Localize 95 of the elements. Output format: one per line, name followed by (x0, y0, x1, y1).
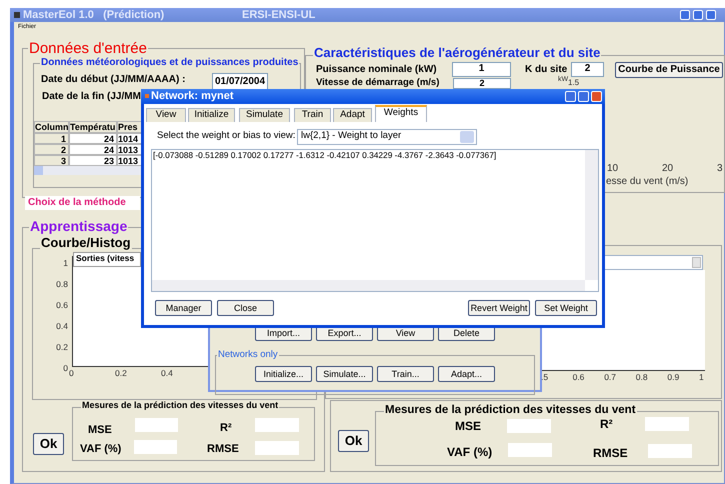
metric-label: R² (600, 418, 613, 432)
window-subtitle: ERSI-ENSI-UL (242, 9, 316, 22)
network-button[interactable]: Initialize... (255, 366, 312, 382)
column-header: Températu (69, 121, 117, 133)
tick-label: 0.4 (161, 369, 173, 379)
dialog-button[interactable]: Manager (155, 300, 212, 316)
power-field[interactable]: 1 (452, 62, 511, 77)
network-button[interactable]: Simulate... (316, 366, 373, 382)
ok-button[interactable]: Ok (33, 433, 64, 455)
tab[interactable]: Train (294, 108, 331, 122)
minimize-button[interactable] (680, 10, 690, 20)
section-title: Courbe/Histog (40, 236, 132, 251)
dialog-title: Network: mynet (151, 90, 234, 103)
tick-label: 0.2 (115, 369, 127, 379)
tick-label: 0.8 (55, 280, 68, 290)
weight-select-dropdown[interactable]: lw{2,1} - Weight to layer (297, 129, 477, 145)
tick-label: 0.7 (604, 373, 616, 383)
table-cell: 2 (34, 144, 69, 155)
tick-label: 3 (717, 163, 723, 174)
tab[interactable]: Weights (375, 105, 427, 122)
metric-label: VAF (%) (447, 446, 492, 460)
tick-label: 0 (62, 364, 68, 374)
maximize-button[interactable] (578, 91, 589, 102)
axis-label: esse du vent (m/s) (606, 176, 688, 188)
metric-field[interactable] (645, 417, 689, 431)
tick-label: 0.6 (572, 373, 584, 383)
close-button[interactable] (706, 10, 716, 20)
field-label: Select the weight or bias to view: (157, 131, 296, 142)
field-label: Puissance nominale (kW) (316, 64, 437, 76)
section-title: Caractéristiques de l'aérogénérateur et du site (313, 46, 602, 61)
network-button[interactable]: Train... (377, 366, 434, 382)
metric-field[interactable] (507, 419, 551, 433)
dialog-button[interactable]: Set Weight (535, 300, 597, 316)
dialog-button[interactable]: Revert Weight (468, 300, 530, 316)
column-header: Column (34, 121, 69, 133)
metric-label: MSE (455, 420, 482, 434)
section-title: Apprentissage (29, 218, 128, 234)
site-k-field[interactable]: 2 (571, 62, 604, 77)
metric-field[interactable] (135, 418, 178, 432)
group-title: Données météorologiques et de puissances produites (40, 57, 300, 68)
startup-speed-field[interactable]: 2 (453, 78, 511, 89)
metric-field[interactable] (648, 444, 692, 458)
metric-field[interactable] (508, 443, 552, 457)
tab[interactable]: Initialize (188, 108, 235, 122)
tick-label: 10 (607, 163, 618, 174)
metric-label: R² (220, 422, 232, 435)
table-cell: 23 (69, 155, 117, 166)
tick-label: 0.8 (636, 373, 648, 383)
tick-label: 1 (62, 259, 68, 269)
metric-field[interactable] (134, 440, 177, 454)
table-cell: 24 (69, 133, 117, 144)
power-curve-button[interactable]: Courbe de Puissance (615, 62, 723, 78)
network-button[interactable]: Adapt... (438, 366, 495, 382)
vertical-scrollbar[interactable] (585, 150, 598, 280)
app-icon (14, 12, 20, 18)
tab[interactable]: View (146, 108, 186, 122)
weights-text: [-0.073088 -0.51289 0.17002 0.17277 -1.6312 -0.42107 0.34229 -4.3767 -2.3643 -0.077367] (153, 151, 496, 161)
group-title: Mesures de la prédiction des vitesses du vent (81, 400, 280, 410)
group-title: Networks only (217, 350, 279, 361)
chart-legend: Sorties (vitess (73, 252, 141, 267)
group-title: Mesures de la prédiction des vitesses du vent (384, 404, 637, 418)
table-cell: 1 (34, 133, 69, 144)
horizontal-scrollbar[interactable] (152, 280, 585, 291)
tick-label: 1 (699, 373, 704, 383)
method-label: Choix de la méthode (25, 196, 140, 210)
metric-label: RMSE (207, 443, 239, 456)
window-title: MasterEol 1.0 (Prédiction) (23, 9, 164, 22)
tick-label: 1.5 (568, 78, 580, 88)
tick-label: 0.4 (55, 322, 68, 332)
tab[interactable]: Simulate (239, 108, 290, 122)
tick-label: 20 (662, 163, 674, 174)
metric-label: RMSE (593, 447, 628, 461)
metric-field[interactable] (255, 441, 299, 455)
tick-label: 0.9 (667, 373, 680, 383)
field-label: Date du début (JJ/MM/AAAA) : (41, 74, 186, 86)
minimize-button[interactable] (565, 91, 576, 102)
metric-label: VAF (%) (80, 443, 122, 456)
field-label: Date de la fin (JJ/MM (42, 91, 141, 102)
maximize-button[interactable] (693, 10, 703, 20)
table-cell: 3 (34, 155, 69, 166)
date-field[interactable]: 01/07/2004 (212, 73, 268, 90)
metric-label: MSE (88, 424, 112, 437)
close-button[interactable] (591, 91, 602, 102)
tick-label: 0.6 (55, 301, 68, 311)
field-label: K du site (525, 64, 568, 76)
tab[interactable]: Adapt (333, 108, 372, 122)
ok-button[interactable]: Ok (338, 430, 369, 452)
scroll-left-button[interactable] (34, 166, 43, 175)
tick-label: .5 (541, 373, 548, 383)
tick-label: 0 (69, 369, 74, 379)
dialog-button[interactable]: Close (217, 300, 274, 316)
metric-field[interactable] (255, 418, 299, 432)
field-label: Vitesse de démarrage (m/s) (316, 78, 440, 89)
table-cell: 24 (69, 144, 117, 155)
tick-label: 0.2 (55, 343, 68, 353)
